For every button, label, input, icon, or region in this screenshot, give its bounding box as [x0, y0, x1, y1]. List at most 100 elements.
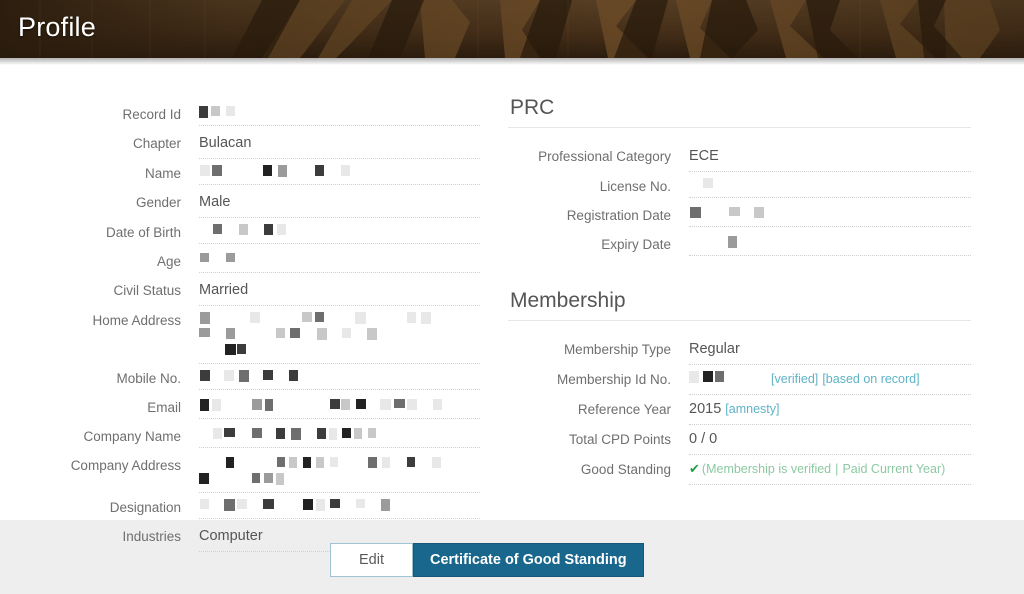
field-value	[199, 451, 480, 493]
verified-tag[interactable]: [verified]	[771, 372, 818, 386]
membership-verified-link[interactable]: Membership is verified	[706, 462, 831, 476]
based-on-record-tag[interactable]: [based on record]	[822, 372, 919, 386]
page-title: Profile	[18, 12, 96, 42]
personal-info-section: Record Id Chapter Bulacan Name Gender Male Dat…	[60, 100, 480, 552]
page-banner: Profile	[0, 0, 1024, 58]
field-value	[689, 201, 971, 227]
field-value: Bulacan	[199, 129, 480, 159]
field-registration-date: Registration Date	[508, 201, 971, 230]
redacted-value	[199, 455, 464, 487]
field-label: Record Id	[122, 107, 181, 122]
field-reference-year: Reference Year 2015 [amnesty]	[508, 395, 971, 425]
field-label: Company Address	[70, 458, 181, 473]
field-mobile-no: Mobile No.	[60, 364, 480, 393]
field-label: Total CPD Points	[568, 432, 671, 447]
membership-rows: Membership Type Regular Membership Id No…	[508, 335, 971, 485]
field-value	[199, 218, 480, 244]
field-label: Gender	[135, 195, 181, 210]
prc-rows: Professional Category ECE License No. Regis…	[508, 142, 971, 259]
field-label: Chapter	[132, 136, 181, 151]
amnesty-tag[interactable]: [amnesty]	[725, 402, 779, 416]
field-label: Designation	[109, 500, 181, 515]
action-buttons: Edit Certificate of Good Standing	[330, 543, 644, 577]
profile-page: Profile Record Id Chapter Bulacan Name Gende…	[0, 0, 1024, 594]
field-label: Company Name	[83, 429, 181, 444]
field-label: Civil Status	[113, 283, 181, 298]
field-label: Mobile No.	[116, 371, 181, 386]
redacted-value	[199, 310, 469, 358]
right-column: PRC Professional Category ECE License No. R…	[508, 96, 971, 485]
field-name: Name	[60, 159, 480, 188]
field-value: Male	[199, 188, 480, 218]
field-value	[199, 100, 480, 126]
field-label: Name	[144, 166, 181, 181]
field-email: Email	[60, 393, 480, 422]
field-value	[199, 493, 480, 519]
field-membership-id: Membership Id No. [verified] [based on r…	[508, 365, 971, 395]
field-date-of-birth: Date of Birth	[60, 218, 480, 247]
field-expiry-date: Expiry Date	[508, 230, 971, 259]
field-value	[199, 247, 480, 273]
field-company-name: Company Name	[60, 422, 480, 451]
field-value: ✔ (Membership is verified | Paid Current …	[689, 455, 971, 485]
field-label: Good Standing	[580, 462, 671, 477]
field-value	[199, 422, 480, 448]
field-label: Home Address	[92, 313, 181, 328]
prc-heading: PRC	[508, 96, 971, 128]
banner-shadow	[0, 58, 1024, 65]
field-record-id: Record Id	[60, 100, 480, 129]
field-label: Professional Category	[538, 149, 671, 164]
redacted-value	[199, 397, 449, 413]
field-membership-type: Membership Type Regular	[508, 335, 971, 365]
field-value	[689, 172, 971, 198]
field-value: Married	[199, 276, 480, 306]
field-license-no: License No.	[508, 172, 971, 201]
field-value: 2015 [amnesty]	[689, 395, 971, 425]
redacted-value	[689, 205, 769, 221]
field-label: Industries	[122, 529, 181, 544]
field-value	[199, 364, 480, 390]
field-value: ECE	[689, 142, 971, 172]
field-value: 0 / 0	[689, 425, 971, 455]
personal-info-rows: Record Id Chapter Bulacan Name Gender Male Dat…	[60, 100, 480, 552]
paid-current-year-link[interactable]: Paid Current Year	[842, 462, 941, 476]
field-home-address: Home Address	[60, 306, 480, 364]
redacted-value	[199, 251, 247, 267]
field-designation: Designation	[60, 493, 480, 522]
certificate-of-good-standing-button[interactable]: Certificate of Good Standing	[413, 543, 644, 577]
paren-close: )	[941, 462, 946, 476]
field-label: Expiry Date	[601, 237, 671, 252]
field-value: Regular	[689, 335, 971, 365]
field-age: Age	[60, 247, 480, 276]
field-label: Reference Year	[577, 402, 671, 417]
field-gender: Gender Male	[60, 188, 480, 218]
redacted-value	[199, 426, 399, 442]
field-professional-category: Professional Category ECE	[508, 142, 971, 172]
membership-heading: Membership	[508, 289, 971, 321]
field-company-address: Company Address	[60, 451, 480, 493]
field-value	[199, 306, 480, 364]
field-value	[199, 393, 480, 419]
field-label: Membership Id No.	[556, 372, 671, 387]
edit-button[interactable]: Edit	[330, 543, 413, 577]
field-value: [verified] [based on record]	[689, 365, 971, 395]
separator: |	[835, 462, 839, 476]
field-label: Email	[147, 400, 181, 415]
field-value	[199, 159, 480, 185]
reference-year-value: 2015	[689, 401, 722, 417]
redacted-value	[689, 176, 754, 192]
check-icon: ✔	[689, 461, 700, 476]
redacted-value	[199, 163, 369, 179]
field-chapter: Chapter Bulacan	[60, 129, 480, 159]
field-label: Age	[156, 254, 181, 269]
redacted-value	[199, 222, 299, 238]
redacted-value	[689, 234, 769, 250]
redacted-value	[199, 104, 289, 120]
field-value	[689, 230, 971, 256]
field-label: Registration Date	[566, 208, 671, 223]
field-label: Membership Type	[563, 342, 671, 357]
redacted-value	[199, 497, 414, 513]
field-total-cpd-points: Total CPD Points 0 / 0	[508, 425, 971, 455]
field-civil-status: Civil Status Married	[60, 276, 480, 306]
banner-wood-texture	[0, 0, 1024, 58]
